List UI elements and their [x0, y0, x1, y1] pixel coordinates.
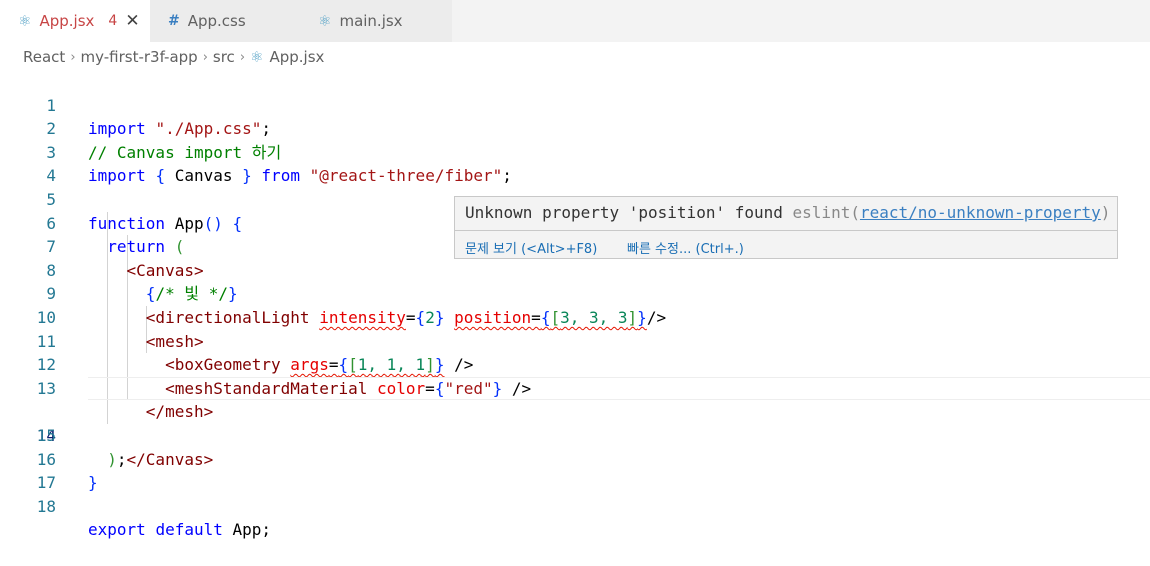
tab-app-css[interactable]: # App.css [150, 0, 300, 42]
react-icon: ⚛ [318, 12, 332, 30]
code-line: 1 import "./App.css"; [0, 70, 1150, 139]
code-line-current: 14 </Canvas> [0, 376, 1150, 469]
code-line: 15 ); [0, 400, 1150, 469]
chevron-right-icon: › [239, 49, 246, 65]
chevron-right-icon: › [70, 49, 76, 65]
tab-label: main.jsx [339, 12, 403, 30]
code-line: 2 // Canvas import 하기 [0, 94, 1150, 162]
tab-app-jsx[interactable]: ⚛ App.jsx 4 ✕ [0, 0, 150, 42]
code-line: 12 <meshStandardMaterial color={"red"} /… [0, 330, 1150, 398]
chevron-right-icon: › [202, 49, 208, 65]
line-number: 18 [36, 496, 56, 516]
view-problem-link[interactable]: 문제 보기 (<Alt>+F8) [465, 238, 597, 257]
breadcrumb-item[interactable]: App.jsx [269, 48, 324, 66]
breadcrumb: React › my-first-r3f-app › src › ⚛ App.j… [23, 44, 324, 70]
code-line: 11 <boxGeometry args={[1, 1, 1]} /> [0, 306, 1150, 375]
tab-main-jsx[interactable]: ⚛ main.jsx [300, 0, 452, 42]
problem-count-badge: 4 [108, 13, 118, 29]
code-line: 17 [0, 448, 1150, 492]
hash-icon: # [168, 13, 180, 29]
quick-fix-link[interactable]: 빠른 수정... (Ctrl+.) [627, 238, 744, 257]
code-line: 10 <mesh> [0, 282, 1150, 351]
problem-hover-tooltip: Unknown property 'position' found eslint… [454, 196, 1118, 259]
react-icon: ⚛ [250, 48, 264, 66]
close-icon[interactable]: ✕ [125, 11, 139, 31]
code-line: 5 function App() { [0, 164, 1150, 233]
hover-actions: 문제 보기 (<Alt>+F8) 빠른 수정... (Ctrl+.) [455, 230, 1117, 258]
tab-label: App.css [187, 12, 246, 30]
breadcrumb-item[interactable]: my-first-r3f-app [81, 48, 198, 66]
current-line-highlight [88, 376, 1150, 401]
code-line: 18 export default App; [0, 471, 1150, 540]
breadcrumb-item[interactable]: src [213, 48, 235, 66]
code-line: 4 [0, 141, 1150, 185]
breadcrumb-item[interactable]: React [23, 48, 65, 66]
hover-message: Unknown property 'position' found eslint… [465, 203, 1111, 222]
code-line: 13 </mesh> [0, 353, 1150, 422]
code-line: 3 import { Canvas } from "@react-three/f… [0, 117, 1150, 186]
tab-label: App.jsx [39, 12, 95, 30]
code-line: 9 <directionalLight intensity={2} positi… [0, 259, 1150, 327]
tab-bar: ⚛ App.jsx 4 ✕ # App.css ⚛ main.jsx [0, 0, 1150, 42]
rule-link[interactable]: react/no-unknown-property [860, 203, 1101, 222]
react-icon: ⚛ [18, 12, 32, 30]
code-line: 16 } [0, 424, 1150, 493]
